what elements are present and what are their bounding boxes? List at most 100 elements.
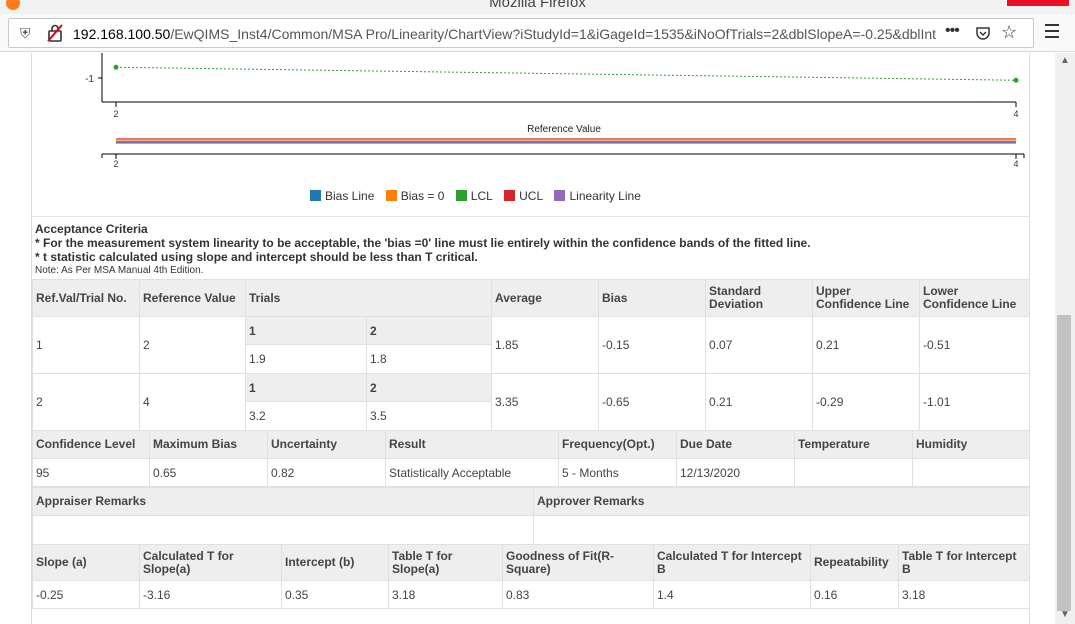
page-actions-menu-icon[interactable]: ••• [945, 22, 960, 40]
col-header: Ref.Val/Trial No. [32, 279, 140, 317]
cell-bias: -0.15 [598, 316, 707, 374]
series-line-lcl [115, 66, 1017, 81]
col-header: Table T for Slope(a) [388, 544, 503, 581]
scroll-up-arrow-icon[interactable]: ▲ [1055, 55, 1075, 66]
trial-value: 1.9 [245, 344, 367, 374]
col-header: Calculated T for Intercept B [653, 544, 811, 581]
navigation-bar: ⛨ 192.168.100.50/EwQIMS_Inst4/Common/MSA… [0, 14, 1075, 52]
results-table: Ref.Val/Trial No. Reference Value Trials… [32, 279, 1031, 431]
criteria-line: * t statistic calculated using slope and… [35, 250, 478, 264]
legend-label: LCL [470, 189, 493, 203]
col-header: Repeatability [810, 544, 899, 581]
trial-value: 3.5 [365, 401, 493, 431]
cell-lcl: -0.51 [919, 316, 1031, 374]
window-titlebar: Mozilla Firefox [0, 0, 1075, 14]
trial-value: 3.2 [245, 401, 367, 431]
stats-header-row: Slope (a) Calculated T for Slope(a) Inte… [32, 544, 1030, 581]
data-point [113, 64, 119, 70]
linearity-chart-bottom: Reference Value 2 4 [101, 124, 1025, 169]
statistics-table: Slope (a) Calculated T for Slope(a) Inte… [32, 544, 1030, 609]
insecure-lock-icon[interactable] [47, 24, 63, 42]
table-row: 95 0.65 0.82 Statistically Acceptable 5 … [32, 458, 1030, 487]
legend-label: Bias Line [325, 189, 375, 203]
col-header: Trials [244, 279, 493, 317]
col-header: Lower Confidence Line [919, 279, 1031, 317]
cell-slope: -0.25 [32, 580, 140, 609]
col-header: Calculated T for Slope(a) [139, 544, 282, 581]
col-header: Due Date [676, 430, 795, 459]
close-window-button[interactable] [1007, 0, 1069, 6]
cell-approver-remarks [533, 515, 1030, 545]
data-point [1013, 77, 1019, 83]
scroll-down-arrow-icon[interactable]: ▼ [1055, 609, 1075, 620]
cell-due-date: 12/13/2020 [676, 458, 795, 487]
cell-r-square: 0.83 [502, 580, 654, 609]
acceptance-criteria: Acceptance Criteria * For the measuremen… [32, 216, 1029, 277]
legend-item-linearity-line[interactable]: Linearity Line [554, 189, 641, 203]
col-header: Slope (a) [32, 544, 140, 581]
summary-table: Confidence Level Maximum Bias Uncertaint… [32, 430, 1030, 487]
tracking-protection-shield-icon[interactable]: ⛨ [20, 25, 31, 42]
hamburger-menu-icon[interactable] [1045, 24, 1059, 38]
cell-std-dev: 0.07 [705, 316, 814, 374]
cell-maximum-bias: 0.65 [149, 458, 268, 487]
col-header: Approver Remarks [533, 487, 1030, 516]
vertical-scrollbar[interactable]: ▲ ▼ [1055, 53, 1075, 624]
col-header: Intercept (b) [281, 544, 389, 581]
table-row: 2 4 1 2 3.35 -0.65 0.21 -0.29 -1.01 [32, 373, 1031, 431]
address-bar[interactable]: ⛨ 192.168.100.50/EwQIMS_Inst4/Common/MSA… [8, 18, 1034, 48]
trial-number: 2 [365, 316, 493, 345]
table-row: 1 2 1 2 1.85 -0.15 0.07 0.21 -0.51 [32, 316, 1031, 374]
window-title: Mozilla Firefox [489, 0, 586, 11]
col-header: Upper Confidence Line [812, 279, 921, 317]
cell-refval: 2 [139, 316, 246, 374]
trial-number: 1 [245, 373, 367, 402]
trial-value: 1.8 [365, 344, 493, 374]
table-row: -0.25 -3.16 0.35 3.18 0.83 1.4 0.16 3.18 [32, 580, 1030, 609]
cell-table-t-intercept: 3.18 [898, 580, 1030, 609]
col-header: Result [385, 430, 559, 459]
col-header: Maximum Bias [149, 430, 268, 459]
remarks-table: Appraiser Remarks Approver Remarks [32, 487, 1030, 545]
page-viewport: -1 2 4 Reference Value 2 4 Bias Line Bia… [0, 53, 1055, 624]
cell-std-dev: 0.21 [705, 373, 814, 431]
cell-temperature [794, 458, 913, 487]
legend-item-lcl[interactable]: LCL [455, 189, 493, 203]
pocket-icon[interactable] [975, 25, 991, 41]
cell-ucl: 0.21 [812, 316, 921, 374]
cell-frequency: 5 - Months [558, 458, 677, 487]
legend-swatch [504, 190, 516, 201]
url-text[interactable]: 192.168.100.50/EwQIMS_Inst4/Common/MSA P… [73, 26, 943, 42]
legend-item-ucl[interactable]: UCL [504, 189, 543, 203]
cell-average: 1.85 [491, 316, 600, 374]
col-header: Frequency(Opt.) [558, 430, 677, 459]
legend-swatch [554, 190, 566, 201]
cell-bias: -0.65 [598, 373, 707, 431]
cell-appraiser-remarks [32, 515, 534, 545]
cell-ucl: -0.29 [812, 373, 921, 431]
criteria-line: * For the measurement system linearity t… [35, 236, 811, 250]
cell-uncertainty: 0.82 [267, 458, 386, 487]
results-header-row: Ref.Val/Trial No. Reference Value Trials… [32, 279, 1031, 317]
scrollbar-thumb[interactable] [1057, 315, 1071, 611]
trial-number: 1 [245, 316, 367, 345]
legend-item-bias-line[interactable]: Bias Line [310, 189, 374, 203]
cell-confidence-level: 95 [32, 458, 150, 487]
legend-label: Bias = 0 [400, 189, 445, 203]
x-tick-label: 2 [113, 109, 118, 119]
cell-lcl: -1.01 [919, 373, 1031, 431]
col-header: Appraiser Remarks [32, 487, 534, 516]
legend-item-bias-zero[interactable]: Bias = 0 [385, 189, 445, 203]
col-header: Humidity [912, 430, 1030, 459]
bookmark-star-icon[interactable]: ☆ [1001, 22, 1017, 43]
cell-humidity [912, 458, 1030, 487]
col-header: Table T for Intercept B [898, 544, 1030, 581]
cell-ref: 2 [32, 373, 140, 431]
col-header: Uncertainty [267, 430, 386, 459]
x-axis-label: Reference Value [527, 124, 601, 135]
x-tick-label: 4 [1013, 159, 1018, 169]
legend-swatch [455, 190, 467, 201]
remarks-header-row: Appraiser Remarks Approver Remarks [32, 487, 1030, 516]
cell-table-t-slope: 3.18 [388, 580, 503, 609]
col-header: Reference Value [139, 279, 246, 317]
